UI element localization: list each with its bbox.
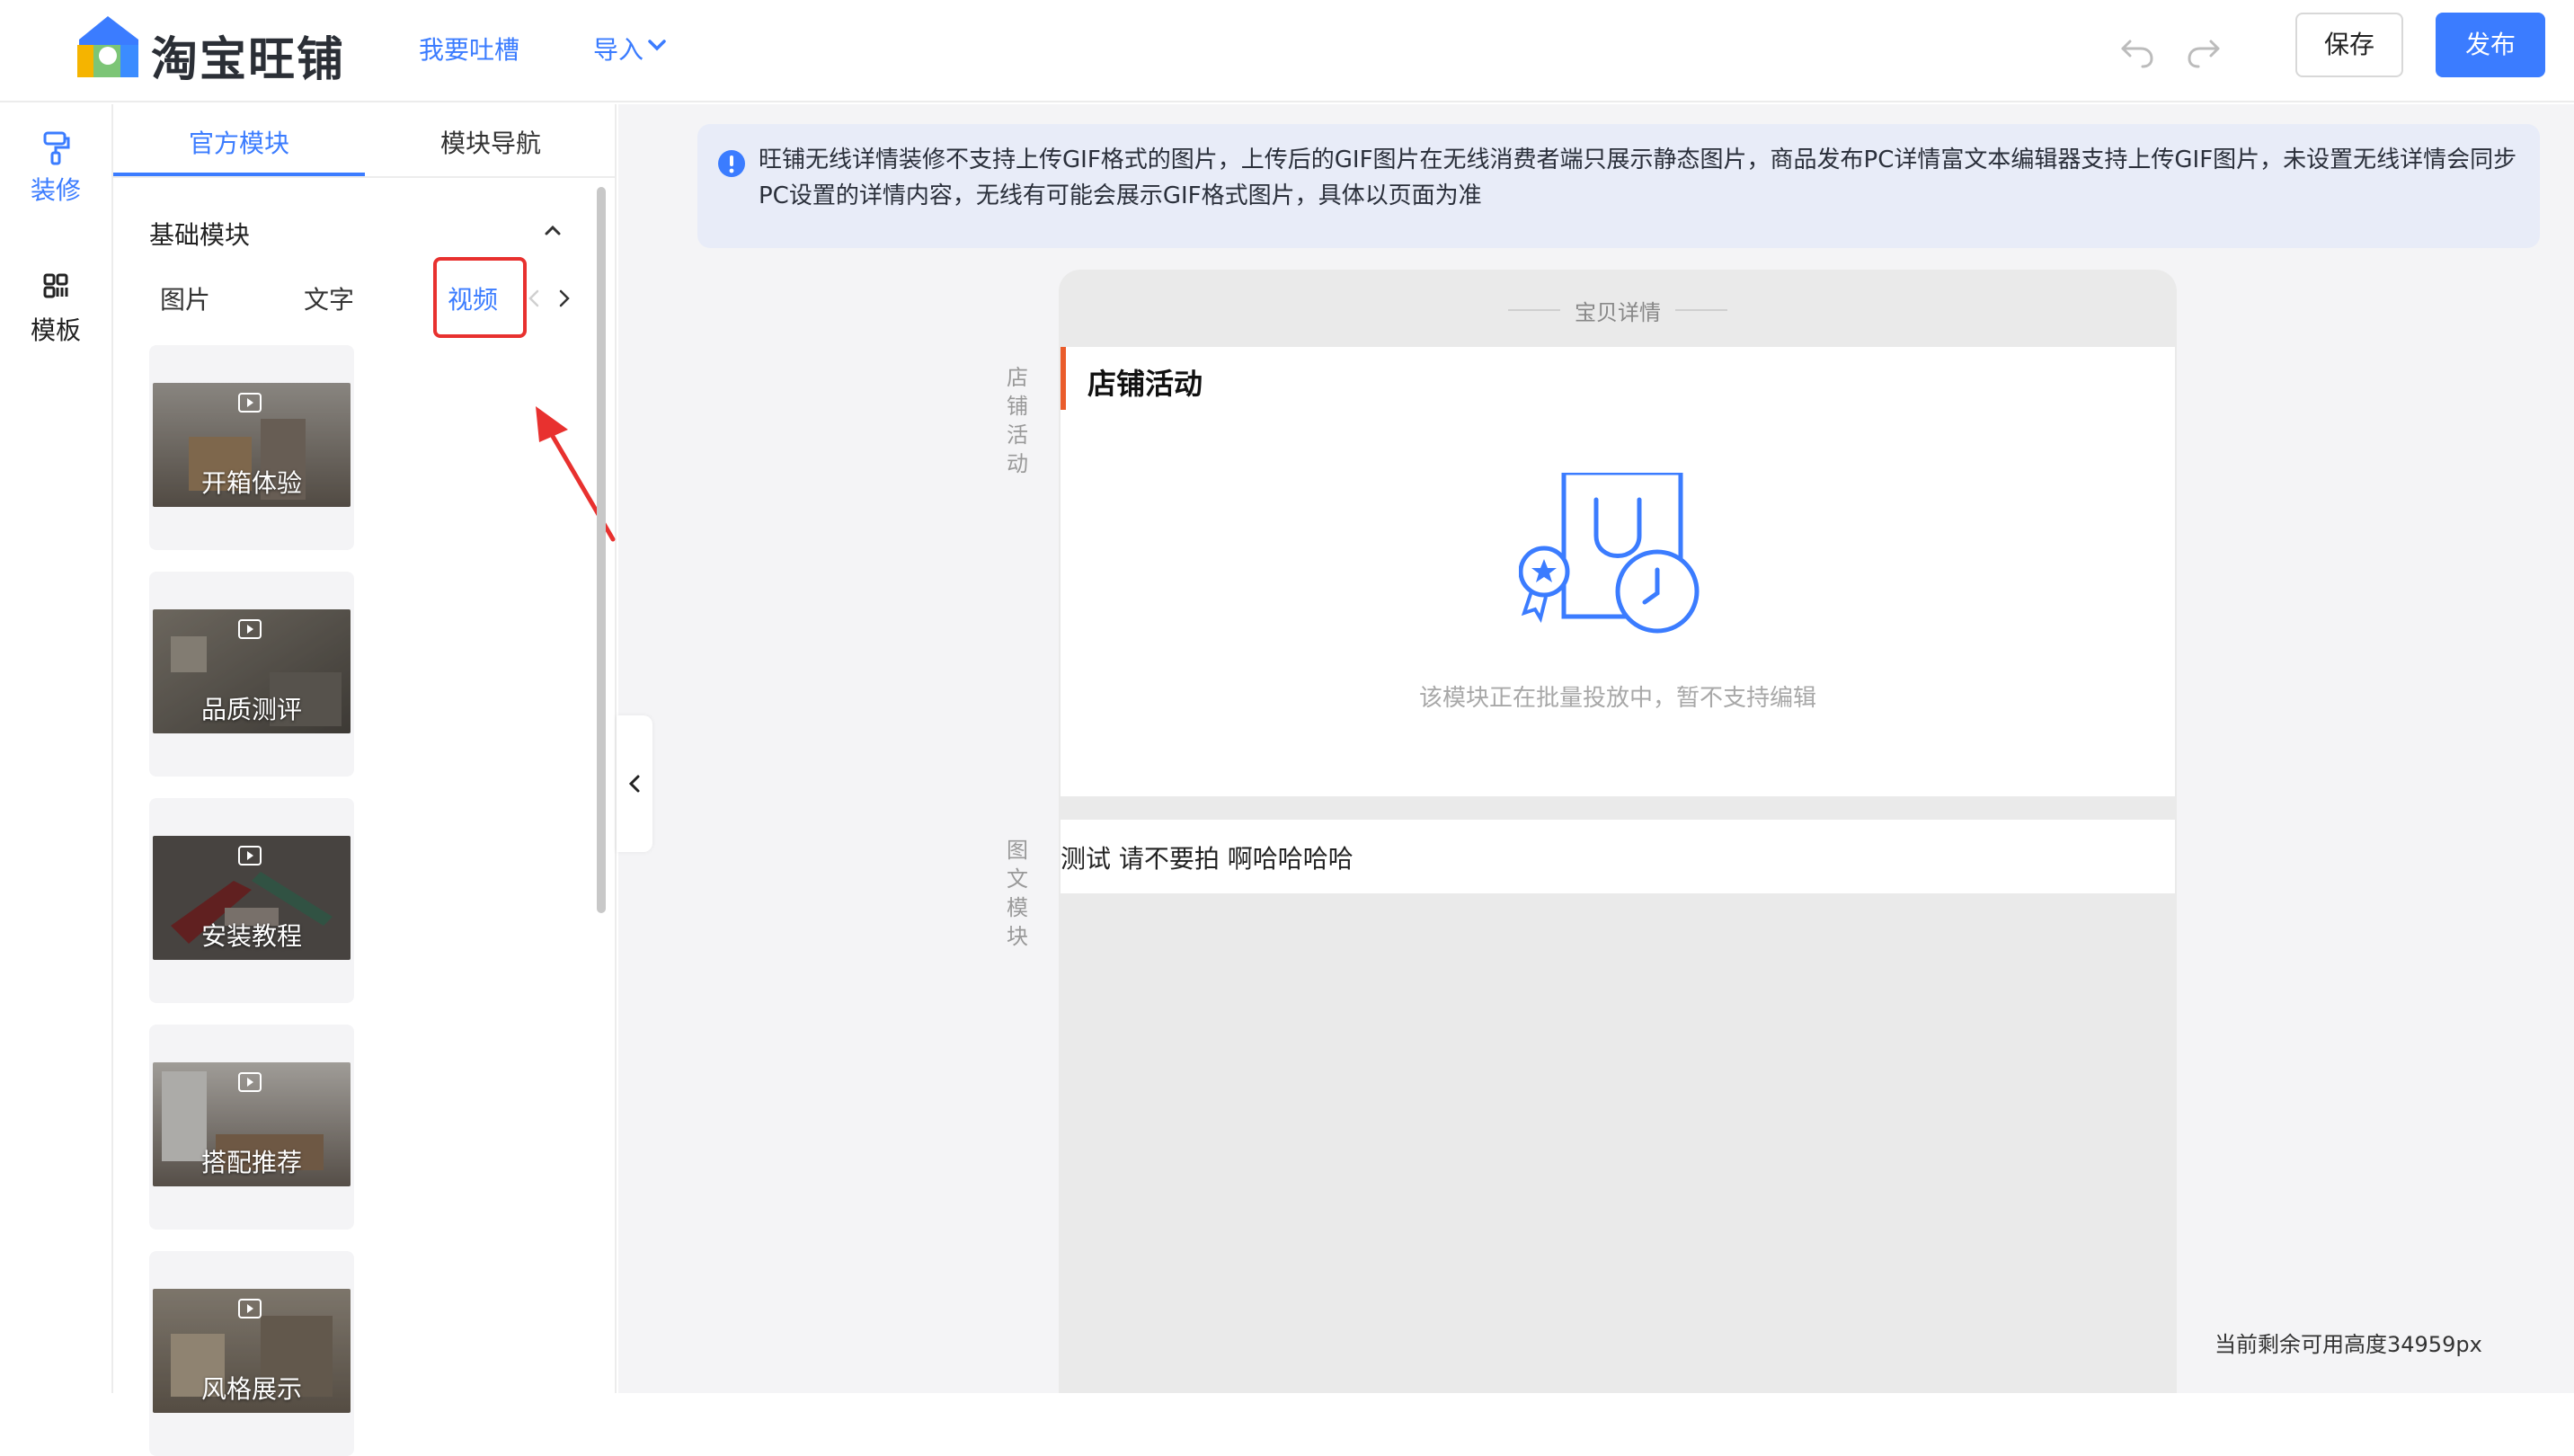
video-card-matching-recommendation[interactable]: 搭配推荐	[149, 1025, 354, 1230]
notice-banner: 旺铺无线详情装修不支持上传GIF格式的图片，上传后的GIF图片在无线消费者端只展…	[697, 124, 2540, 248]
video-card-style-showcase[interactable]: 风格展示	[149, 1251, 354, 1456]
feedback-link[interactable]: 我要吐槽	[419, 31, 519, 67]
tab-divider	[113, 176, 617, 178]
scrollbar-thumb[interactable]	[597, 187, 606, 913]
grid-icon	[43, 273, 68, 298]
rail-item-label: 装修	[30, 175, 81, 205]
taobao-wangpu-logo[interactable]	[72, 14, 147, 81]
side-label-text: 店铺活动	[1007, 365, 1028, 476]
video-card-quality-review[interactable]: 品质测评	[149, 572, 354, 777]
redo-icon[interactable]	[2186, 34, 2223, 68]
notice-text: 旺铺无线详情装修不支持上传GIF格式的图片，上传后的GIF图片在无线消费者端只展…	[759, 146, 2517, 209]
info-icon	[718, 150, 745, 177]
module-text: 测试 请不要拍 啊哈哈哈哈	[1061, 844, 1354, 874]
play-icon	[238, 846, 262, 866]
section-title: 基础模块	[149, 220, 251, 250]
import-dropdown[interactable]: 导入	[593, 31, 644, 67]
video-title: 风格展示	[200, 1374, 302, 1404]
save-button[interactable]: 保存	[2295, 13, 2403, 77]
detail-header: 宝贝详情	[1575, 300, 1661, 325]
brand-title: 淘宝旺铺	[151, 33, 346, 87]
video-card-unboxing[interactable]: 开箱体验	[149, 345, 354, 550]
video-card-installation-tutorial[interactable]: 安装教程	[149, 798, 354, 1003]
module-accent-bar	[1061, 347, 1066, 410]
video-title: 搭配推荐	[200, 1148, 302, 1177]
paint-roller-icon	[43, 131, 70, 165]
chevron-right-icon[interactable]	[557, 288, 572, 309]
collapse-panel-handle[interactable]	[617, 715, 652, 852]
undo-icon[interactable]	[2117, 34, 2155, 68]
module-title: 店铺活动	[1087, 367, 1203, 401]
category-tab-image[interactable]: 图片	[160, 280, 210, 316]
video-title: 品质测评	[200, 695, 302, 724]
chevron-left-icon	[628, 775, 640, 793]
shopping-bag-clock-icon	[1519, 473, 1700, 634]
play-icon	[238, 619, 262, 639]
publish-button[interactable]: 发布	[2436, 13, 2545, 77]
annotation-highlight-box	[433, 257, 527, 338]
left-rail: 装修 模板	[0, 104, 113, 1393]
chevron-down-icon[interactable]	[645, 36, 669, 54]
video-title: 开箱体验	[200, 468, 302, 498]
shop-activity-module[interactable]: 店铺活动 该模块正在批量投放中，暂不支持编辑	[1061, 347, 2175, 796]
rail-item-template[interactable]: 模板	[0, 270, 111, 347]
chevron-up-icon[interactable]	[543, 223, 563, 237]
module-side-label-graphic[interactable]: 图文模块	[992, 821, 1043, 965]
category-tab-text[interactable]: 文字	[304, 280, 354, 316]
video-title: 安装教程	[200, 921, 302, 951]
graphic-text-module[interactable]: 测试 请不要拍 啊哈哈哈哈	[1061, 820, 2175, 893]
annotation-arrow-icon	[536, 406, 616, 542]
module-panel: 官方模块 模块导航 基础模块 图片 文字 视频 开箱体验 品质测评 安装教程 搭…	[113, 104, 617, 1456]
play-icon	[238, 393, 262, 413]
play-icon	[238, 1299, 262, 1318]
module-hint: 该模块正在批量投放中，暂不支持编辑	[1418, 685, 1816, 712]
rail-item-decorate[interactable]: 装修	[0, 129, 111, 207]
rail-item-label: 模板	[30, 315, 81, 345]
side-label-text: 图文模块	[1007, 838, 1028, 949]
module-side-label-shop-activity[interactable]: 店铺活动	[992, 349, 1043, 519]
header-divider	[1675, 309, 1727, 311]
play-icon	[238, 1072, 262, 1092]
remaining-height-indicator: 当前剩余可用高度34959px	[2215, 1332, 2482, 1357]
chevron-left-icon[interactable]	[527, 288, 541, 309]
tab-module-navigation[interactable]: 模块导航	[440, 124, 541, 160]
top-header: 淘宝旺铺 我要吐槽 导入 保存 发布	[0, 0, 2574, 102]
tab-official-modules[interactable]: 官方模块	[189, 124, 289, 160]
